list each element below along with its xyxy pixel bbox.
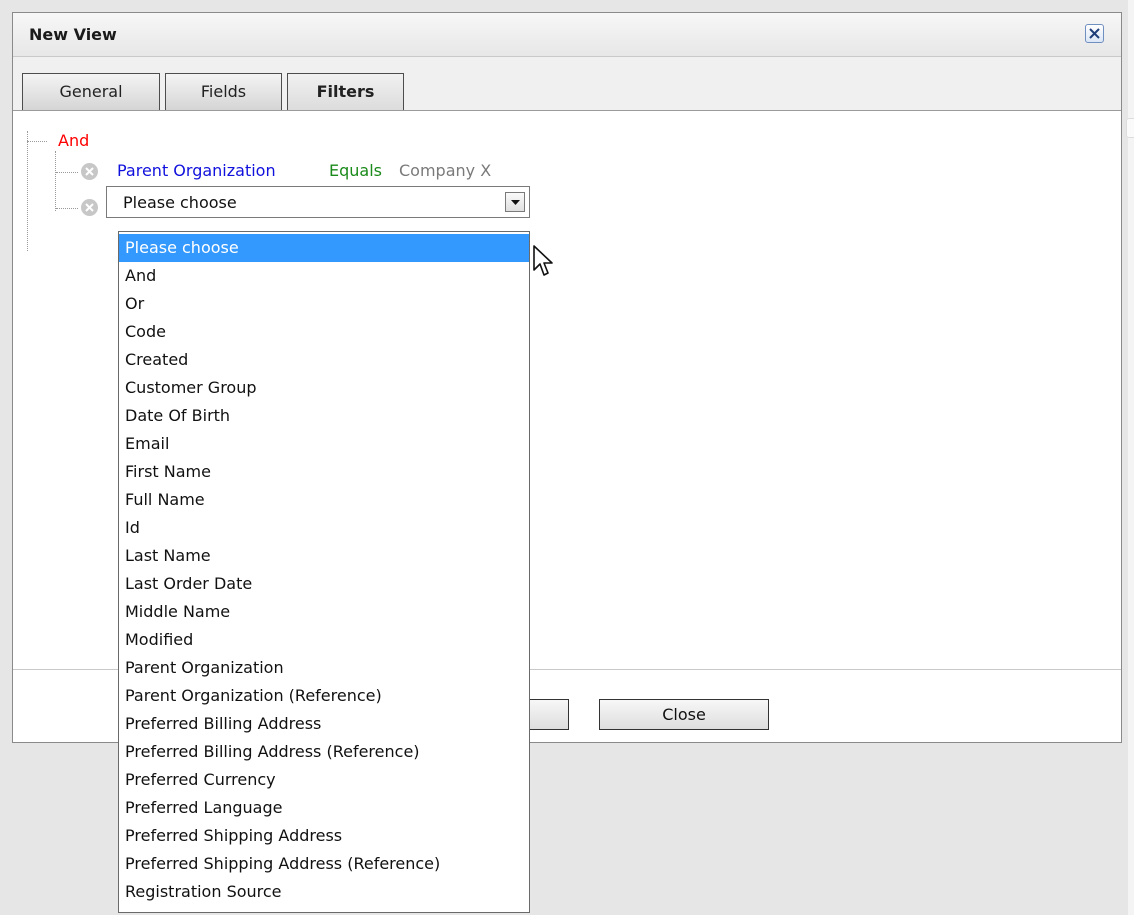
tab-fields[interactable]: Fields [165,73,282,110]
dropdown-option[interactable]: Customer Group [119,374,529,402]
dropdown-option[interactable]: Registration Source [119,878,529,906]
dropdown-option[interactable]: Parent Organization [119,654,529,682]
remove-circle-icon[interactable] [81,163,98,180]
tab-filters[interactable]: Filters [287,73,404,110]
tab-general[interactable]: General [22,73,160,110]
mouse-pointer-icon [533,245,555,281]
tab-strip: General Fields Filters [13,57,1121,111]
condition-value[interactable]: Company X [399,161,491,180]
tree-line [27,141,47,142]
dropdown-option[interactable]: Preferred Currency [119,766,529,794]
dropdown-option[interactable]: First Name [119,458,529,486]
dropdown-option[interactable]: Modified [119,626,529,654]
dropdown-option[interactable]: Last Name [119,542,529,570]
tree-line [55,151,56,211]
dropdown-option[interactable]: Preferred Shipping Address (Reference) [119,850,529,878]
field-dropdown-list[interactable]: Please choose And Or Code Created Customer Gr… [118,231,530,913]
dropdown-option[interactable]: Last Order Date [119,570,529,598]
dropdown-option[interactable]: Parent Organization (Reference) [119,682,529,710]
dropdown-option[interactable]: Preferred Shipping Address [119,822,529,850]
tree-line [27,131,28,251]
dropdown-option[interactable]: Id [119,514,529,542]
dropdown-option[interactable]: Please choose [119,234,529,262]
dropdown-option[interactable]: Preferred Billing Address (Reference) [119,738,529,766]
field-select[interactable]: Please choose [106,186,530,218]
dialog-title: New View [29,25,117,44]
close-button[interactable]: Close [599,699,769,730]
root-operator-and[interactable]: And [58,131,89,150]
dropdown-option[interactable]: Code [119,318,529,346]
dropdown-option[interactable]: Preferred Language [119,794,529,822]
condition-field[interactable]: Parent Organization [117,161,276,180]
tree-line [56,172,78,173]
chevron-down-icon[interactable] [505,192,525,212]
field-select-value: Please choose [123,193,237,212]
background-control [1126,118,1134,138]
condition-operator[interactable]: Equals [329,161,382,180]
dropdown-option[interactable]: Preferred Billing Address [119,710,529,738]
close-icon[interactable] [1085,24,1104,43]
dropdown-option[interactable]: Created [119,346,529,374]
dropdown-option[interactable]: Full Name [119,486,529,514]
dropdown-option[interactable]: Date Of Birth [119,402,529,430]
dropdown-option[interactable]: Email [119,430,529,458]
tree-line [56,208,78,209]
remove-circle-icon[interactable] [81,199,98,216]
dialog-titlebar: New View [13,13,1121,57]
dropdown-option[interactable]: Middle Name [119,598,529,626]
dropdown-option[interactable]: And [119,262,529,290]
dropdown-option[interactable]: Or [119,290,529,318]
